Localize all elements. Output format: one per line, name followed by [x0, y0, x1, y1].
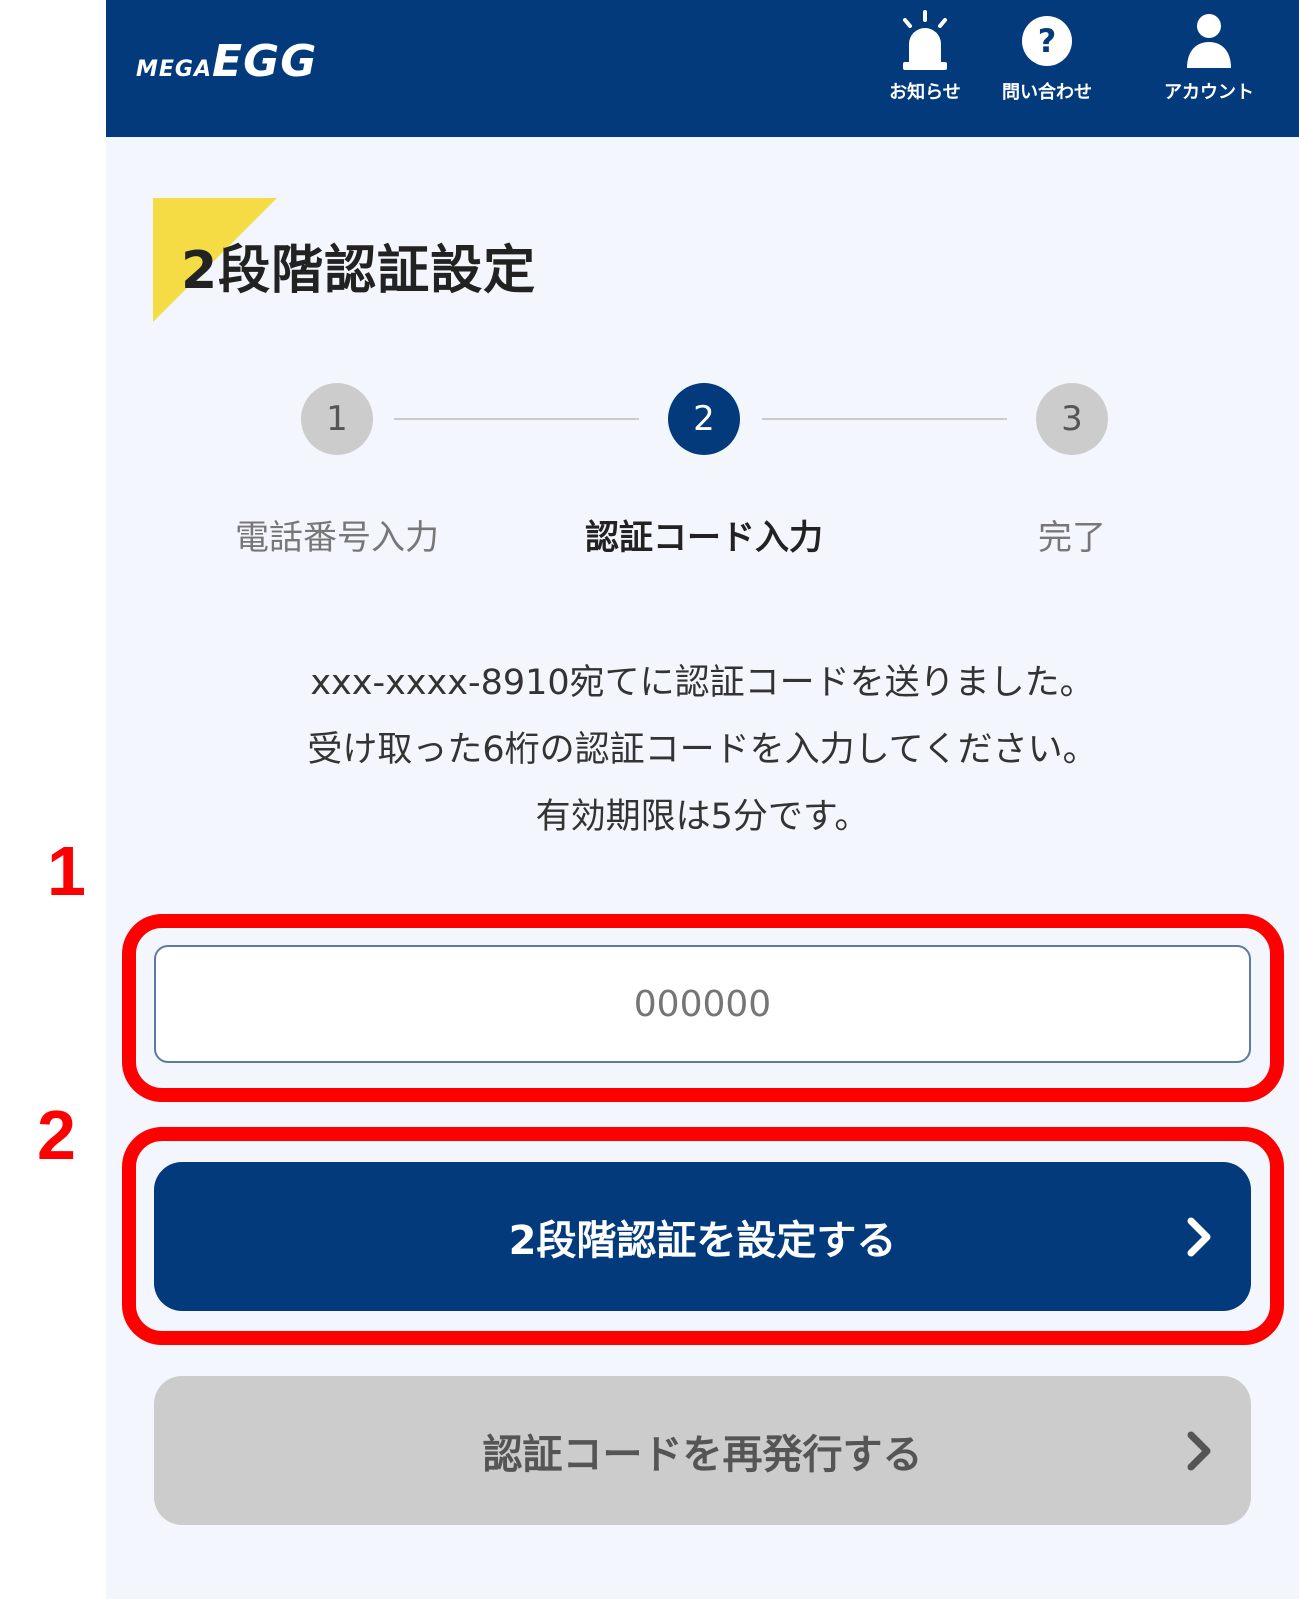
step-2-circle: 2: [668, 383, 740, 455]
account-person-icon: [1179, 8, 1239, 74]
enable-2fa-button-label: 2段階認証を設定する: [508, 1217, 897, 1264]
help-question-icon: ?: [1017, 8, 1077, 74]
notice-button[interactable]: お知らせ: [870, 8, 980, 118]
logo-egg-text: EGG: [212, 36, 318, 87]
account-label: アカウント: [1164, 82, 1254, 103]
app-screen: MEGAEGG お知らせ ? 問い合わせ アカウント 2段階認証設定 1 2 3…: [106, 0, 1299, 1599]
verification-code-input[interactable]: [154, 945, 1251, 1063]
account-button[interactable]: アカウント: [1154, 8, 1264, 118]
step-1-label: 電話番号入力: [235, 518, 439, 558]
page-title-block: 2段階認証設定: [153, 198, 753, 322]
annotation-marker-1: 1: [47, 832, 86, 910]
page-title: 2段階認証設定: [181, 241, 537, 301]
instruction-line-2: 受け取った6桁の認証コードを入力してください。: [307, 730, 1098, 770]
chevron-right-icon: [1187, 1217, 1211, 1256]
stepper-connector-1: [394, 418, 639, 420]
step-3-circle: 3: [1036, 383, 1108, 455]
chevron-right-icon: [1187, 1431, 1211, 1470]
step-1-circle: 1: [301, 383, 373, 455]
instruction-message: xxx-xxxx-8910宛てに認証コードを送りました。 受け取った6桁の認証コ…: [106, 650, 1299, 851]
site-header: MEGAEGG お知らせ ? 問い合わせ アカウント: [106, 0, 1299, 137]
enable-2fa-button[interactable]: 2段階認証を設定する: [154, 1162, 1251, 1311]
logo-mega-text: MEGA: [136, 57, 213, 82]
step-3-label: 完了: [1038, 518, 1106, 558]
instruction-line-1: xxx-xxxx-8910宛てに認証コードを送りました。: [310, 663, 1095, 703]
instruction-line-3: 有効期限は5分です。: [535, 797, 870, 837]
resend-code-button-label: 認証コードを再発行する: [482, 1431, 923, 1478]
stepper-connector-2: [762, 418, 1007, 420]
contact-label: 問い合わせ: [1002, 82, 1092, 103]
resend-code-button[interactable]: 認証コードを再発行する: [154, 1376, 1251, 1525]
megaegg-logo[interactable]: MEGAEGG: [136, 36, 317, 87]
siren-icon: [895, 8, 955, 74]
contact-button[interactable]: ? 問い合わせ: [992, 8, 1102, 118]
annotation-marker-2: 2: [37, 1096, 76, 1174]
svg-text:?: ?: [1038, 22, 1057, 60]
step-2-label: 認証コード入力: [585, 518, 823, 558]
notice-label: お知らせ: [889, 82, 961, 103]
